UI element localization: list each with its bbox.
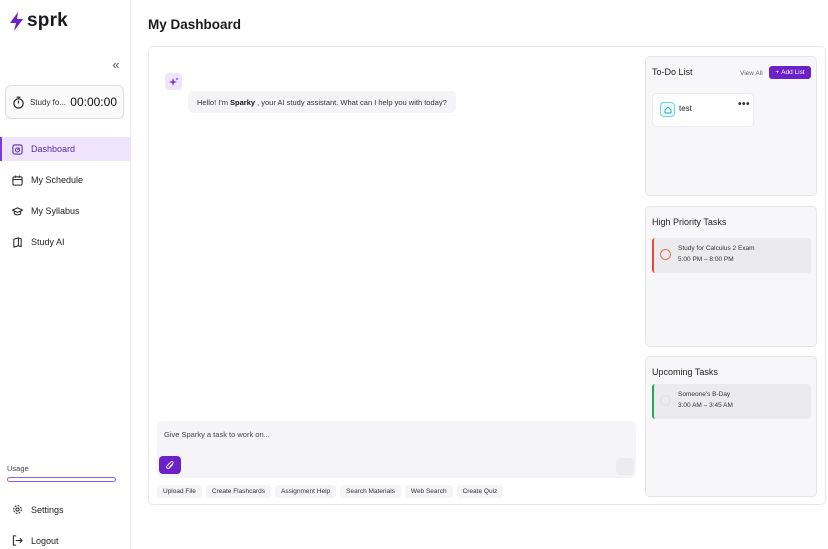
attach-button[interactable]: [159, 456, 181, 474]
sidebar-item-label: Study AI: [31, 237, 65, 247]
plus-icon: +: [775, 69, 780, 76]
sidebar-item-my-syllabus[interactable]: My Syllabus: [0, 199, 131, 223]
greeting-suffix: , your AI study assistant. What can I he…: [257, 97, 447, 107]
todo-title: To-Do List: [652, 67, 693, 77]
greeting-prefix: Hello! I'm: [197, 97, 229, 107]
chat-composer[interactable]: Give Sparky a task to work on...: [157, 421, 636, 478]
gear-icon: [13, 505, 22, 514]
settings-button[interactable]: Settings: [12, 504, 64, 515]
priority-task-card[interactable]: Study for Calculus 2 Exam 5:00 PM – 8:00…: [652, 238, 811, 273]
home-icon: [660, 102, 675, 117]
quick-action-assignment-help[interactable]: Assignment Help: [275, 485, 337, 498]
assistant-avatar: [165, 73, 182, 90]
logout-label: Logout: [31, 535, 59, 546]
quick-action-search-materials[interactable]: Search Materials: [340, 485, 401, 498]
send-button[interactable]: [616, 458, 634, 475]
study-timer[interactable]: Study fo... 00:00:00: [5, 85, 124, 119]
usage-meter: Usage: [7, 464, 116, 482]
book-icon: [13, 236, 22, 248]
collapse-sidebar-icon[interactable]: «: [110, 58, 122, 71]
quick-action-create-quiz[interactable]: Create Quiz: [456, 485, 504, 498]
todo-panel: To-Do List View All + Add List test •••: [645, 56, 817, 196]
page-title: My Dashboard: [148, 17, 242, 32]
assistant-message: Hello! I'm Sparky , your AI study assist…: [188, 91, 456, 113]
task-title: Study for Calculus 2 Exam: [678, 245, 755, 252]
upcoming-panel: Upcoming Tasks Someone's B-Day 3:00 AM –…: [645, 356, 817, 497]
logout-icon: [12, 535, 23, 546]
quick-action-create-flashcards[interactable]: Create Flashcards: [205, 485, 271, 498]
task-checkbox[interactable]: [660, 249, 671, 260]
add-list-label: Add List: [781, 69, 805, 76]
sparkles-icon: [168, 77, 178, 86]
task-title: Someone's B-Day: [678, 391, 731, 398]
app-logo[interactable]: sprk: [9, 10, 68, 32]
quick-action-web-search[interactable]: Web Search: [404, 485, 453, 498]
sidebar-nav: Dashboard My Schedule My Syllabus Study …: [0, 137, 131, 261]
task-checkbox[interactable]: [660, 395, 671, 406]
logout-button[interactable]: Logout: [12, 535, 59, 546]
paperclip-icon: [165, 460, 174, 469]
graduation-cap-icon: [12, 206, 23, 215]
more-options-icon[interactable]: •••: [738, 99, 750, 110]
dashboard-icon: [12, 143, 23, 155]
app-name: sprk: [27, 10, 68, 31]
upcoming-title: Upcoming Tasks: [652, 367, 718, 377]
high-priority-panel: High Priority Tasks Study for Calculus 2…: [645, 206, 817, 347]
stopwatch-icon: [13, 96, 24, 109]
upcoming-task-card[interactable]: Someone's B-Day 3:00 AM – 3:45 AM: [652, 384, 811, 419]
assistant-name: Sparky: [230, 97, 256, 107]
sidebar-item-dashboard[interactable]: Dashboard: [0, 137, 131, 161]
task-time: 3:00 AM – 3:45 AM: [678, 402, 733, 409]
todo-list-card[interactable]: test •••: [652, 93, 754, 127]
usage-bar: [7, 477, 116, 482]
calendar-icon: [12, 174, 23, 186]
quick-actions: Upload File Create Flashcards Assignment…: [157, 485, 504, 498]
sidebar: sprk « Study fo... 00:00:00 Dashboard My…: [0, 0, 131, 549]
view-all-link[interactable]: View All: [740, 70, 763, 77]
add-list-button[interactable]: + Add List: [769, 66, 811, 79]
timer-label: Study fo...: [30, 97, 67, 107]
usage-label: Usage: [7, 464, 29, 473]
sidebar-item-my-schedule[interactable]: My Schedule: [0, 168, 131, 192]
todo-list-name: test: [679, 104, 692, 113]
sidebar-item-label: My Syllabus: [31, 206, 80, 216]
task-time: 5:00 PM – 8:00 PM: [678, 256, 734, 263]
quick-action-upload-file[interactable]: Upload File: [157, 485, 202, 498]
sidebar-item-study-ai[interactable]: Study AI: [0, 230, 131, 254]
chat-input[interactable]: Give Sparky a task to work on...: [164, 430, 270, 439]
settings-label: Settings: [31, 504, 64, 515]
bolt-icon: [10, 11, 23, 31]
sidebar-item-label: My Schedule: [31, 175, 84, 185]
high-priority-title: High Priority Tasks: [652, 217, 727, 227]
timer-value: 00:00:00: [70, 95, 117, 109]
sidebar-item-label: Dashboard: [31, 144, 76, 154]
